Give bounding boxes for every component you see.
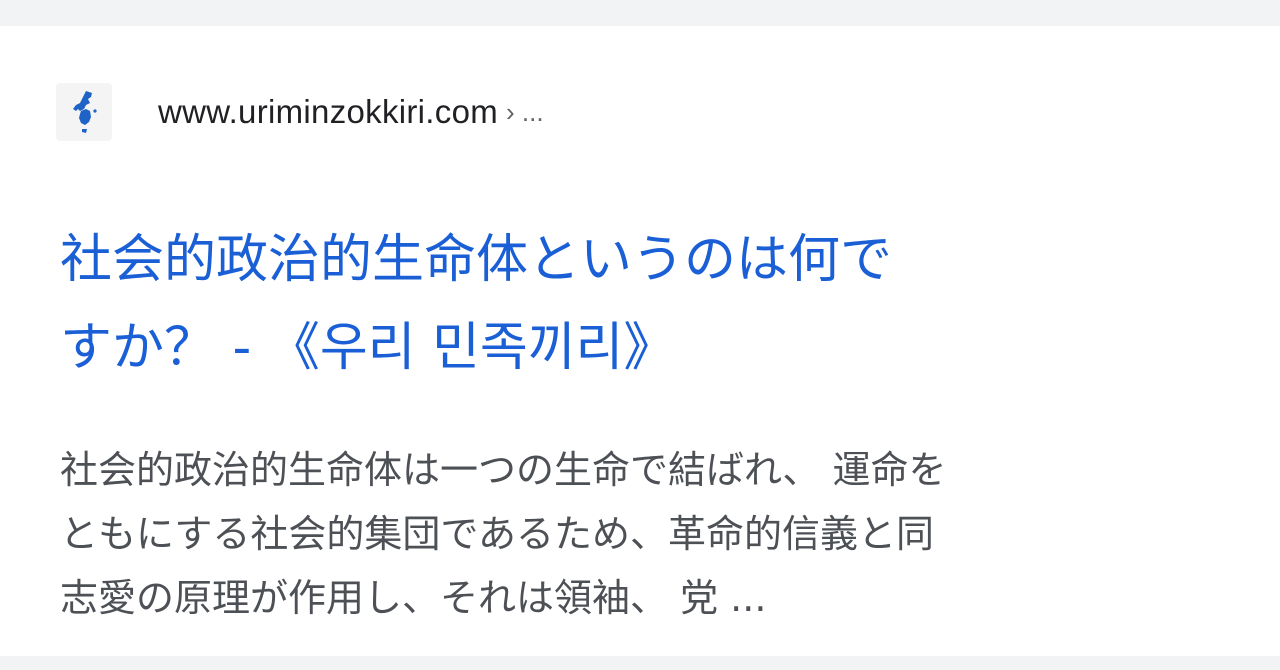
page-background-strip bbox=[0, 656, 1280, 670]
korea-map-icon bbox=[56, 83, 112, 141]
result-snippet: 社会的政治的生命体は一つの生命で結ばれ、 運命を ともにする社会的集団であるため… bbox=[60, 438, 1240, 630]
result-title-line-2[interactable]: すか？ - 《우리 민족끼리》 bbox=[60, 318, 675, 378]
result-snippet-line-1: 社会的政治的生命体は一つの生命で結ばれ、 運命を bbox=[60, 448, 947, 492]
result-title-line-1[interactable]: 社会的政治的生命体というのは何で bbox=[60, 230, 892, 290]
result-site-row[interactable]: www.urimin­zokkiri.com › ... bbox=[56, 82, 544, 142]
search-result-card: www.urimin­zokkiri.com › ... 社会的政治的生命体とい… bbox=[0, 26, 1280, 656]
result-title-link[interactable]: 社会的政治的生命体というのは何で すか？ - 《우리 민족끼리》 bbox=[60, 216, 1240, 392]
result-snippet-line-2: ともにする社会的集団であるため、革命的信義と同 bbox=[60, 512, 935, 556]
result-breadcrumb: › ... bbox=[506, 96, 544, 127]
result-url[interactable]: www.urimin­zokkiri.com bbox=[158, 93, 498, 131]
result-snippet-line-3: 志愛の原理が作用し、それは領袖、 党 ... bbox=[60, 576, 767, 620]
